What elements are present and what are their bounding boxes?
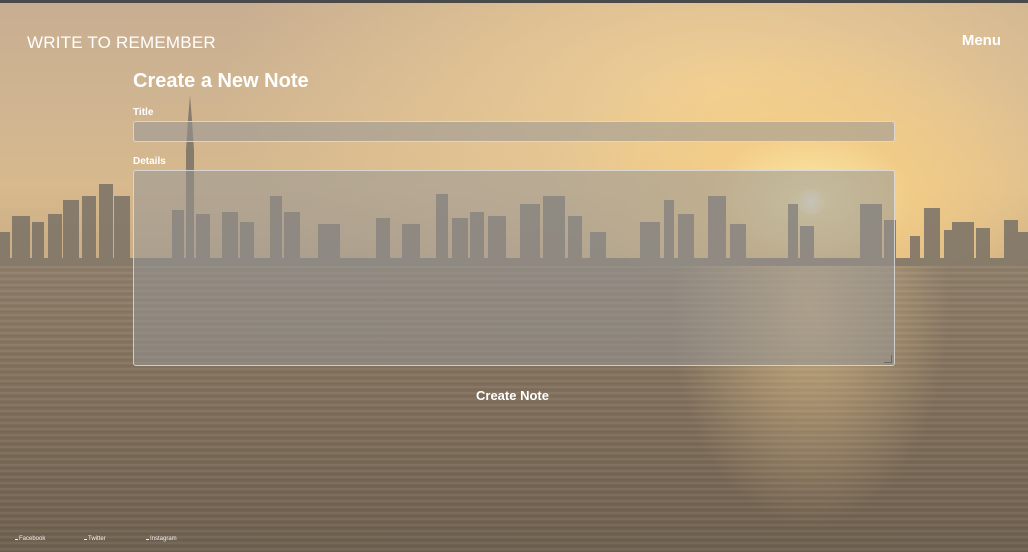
resize-handle-icon[interactable]: [884, 355, 892, 363]
instagram-icon: [146, 538, 149, 540]
facebook-icon: [15, 538, 18, 540]
top-border: [0, 0, 1028, 3]
social-link-twitter[interactable]: Twitter: [84, 536, 106, 542]
menu-button[interactable]: Menu: [962, 32, 1001, 49]
details-label: Details: [133, 156, 166, 167]
social-link-instagram[interactable]: Instagram: [146, 536, 177, 542]
social-link-label: Facebook: [19, 536, 46, 542]
create-note-button[interactable]: Create Note: [476, 388, 549, 403]
brand-logo[interactable]: WRITE TO REMEMBER: [27, 33, 216, 53]
title-label: Title: [133, 107, 154, 118]
twitter-icon: [84, 538, 87, 540]
details-field: [133, 170, 895, 366]
details-textarea[interactable]: [133, 170, 895, 366]
social-link-label: Instagram: [150, 536, 177, 542]
social-link-facebook[interactable]: Facebook: [15, 536, 45, 542]
social-footer: Facebook Twitter Instagram: [0, 536, 1028, 548]
create-note-form: Create a New Note Title Details: [133, 70, 895, 366]
social-link-label: Twitter: [88, 536, 106, 542]
title-input[interactable]: [133, 121, 895, 142]
page-title: Create a New Note: [133, 70, 309, 92]
